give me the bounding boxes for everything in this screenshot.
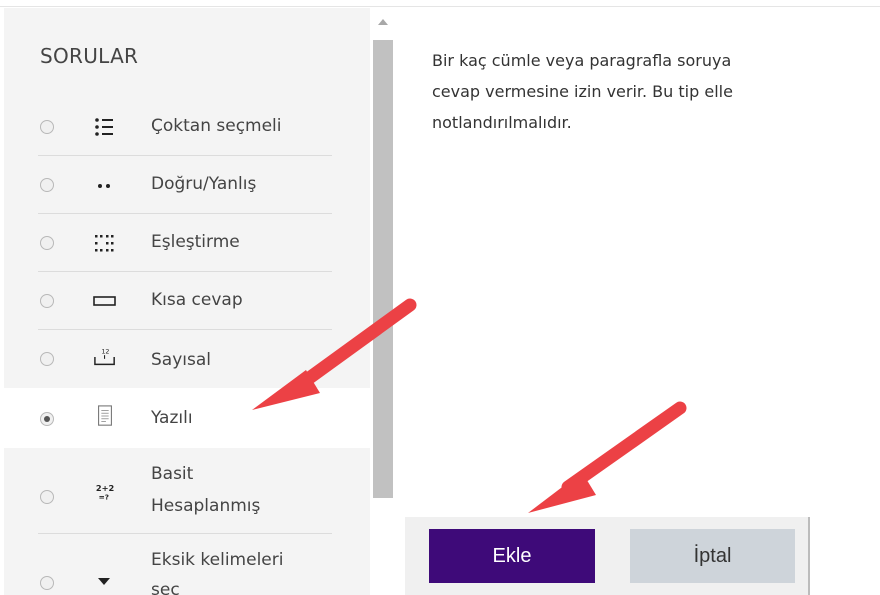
option-label: Eşleştirme xyxy=(151,232,240,252)
option-select-missing-words[interactable]: Eksik kelimeleri seç xyxy=(4,534,370,595)
scrollbar-thumb[interactable] xyxy=(373,40,393,498)
radio-select-missing-words[interactable] xyxy=(40,576,54,590)
question-type-list[interactable]: SORULAR Çoktan seçmeli Doğru/Yanlış Eşle… xyxy=(4,8,370,595)
select-missing-words-icon xyxy=(98,578,110,585)
radio-matching[interactable] xyxy=(40,236,54,250)
arrow-to-add-button xyxy=(528,401,687,513)
option-label-line1: Eksik kelimeleri xyxy=(151,550,284,570)
radio-short-answer[interactable] xyxy=(40,294,54,308)
radio-numerical[interactable] xyxy=(40,352,54,366)
option-true-false[interactable]: Doğru/Yanlış xyxy=(4,156,370,214)
matching-icon xyxy=(95,235,114,252)
option-essay[interactable]: Yazılı xyxy=(4,388,370,448)
option-label: Doğru/Yanlış xyxy=(151,174,257,194)
radio-multiple-choice[interactable] xyxy=(40,120,54,134)
cancel-button[interactable]: İptal xyxy=(630,529,795,583)
option-label-line2: Hesaplanmış xyxy=(151,496,261,516)
option-label: Çoktan seçmeli xyxy=(151,116,282,136)
option-label-line2: seç xyxy=(151,580,180,595)
svg-text:=?: =? xyxy=(99,492,109,501)
description-line: notlandırılmalıdır. xyxy=(432,113,572,132)
option-short-answer[interactable]: Kısa cevap xyxy=(4,272,370,330)
scroll-up-arrow-icon[interactable] xyxy=(372,10,394,32)
radio-calculated-simple[interactable] xyxy=(40,490,54,504)
option-numerical[interactable]: 12 Sayısal xyxy=(4,330,370,388)
option-label: Yazılı xyxy=(151,408,193,428)
dialog-footer: Ekle İptal xyxy=(405,517,810,595)
calculated-simple-icon: 2+2 =? xyxy=(96,483,115,501)
description-line: Bir kaç cümle veya paragrafla soruya xyxy=(432,51,732,70)
description-line: cevap vermesine izin verir. Bu tip elle xyxy=(432,82,733,101)
option-label: Kısa cevap xyxy=(151,290,243,310)
option-calculated-simple[interactable]: 2+2 =? Basit Hesaplanmış xyxy=(4,448,370,534)
svg-text:12: 12 xyxy=(101,347,109,355)
add-button[interactable]: Ekle xyxy=(429,529,595,583)
short-answer-icon xyxy=(93,296,116,306)
option-multiple-choice[interactable]: Çoktan seçmeli xyxy=(4,98,370,156)
true-false-icon xyxy=(98,184,110,188)
option-label-line1: Basit xyxy=(151,464,194,484)
option-matching[interactable]: Eşleştirme xyxy=(4,214,370,272)
radio-true-false[interactable] xyxy=(40,178,54,192)
top-divider xyxy=(0,6,880,7)
multiple-choice-icon xyxy=(95,118,113,136)
numerical-icon: 12 xyxy=(94,347,115,366)
option-label: Sayısal xyxy=(151,350,211,370)
radio-essay[interactable] xyxy=(40,412,54,426)
essay-icon xyxy=(98,405,112,426)
panel-title: SORULAR xyxy=(40,44,139,68)
question-type-description: Bir kaç cümle veya paragrafla soruya cev… xyxy=(432,45,832,138)
